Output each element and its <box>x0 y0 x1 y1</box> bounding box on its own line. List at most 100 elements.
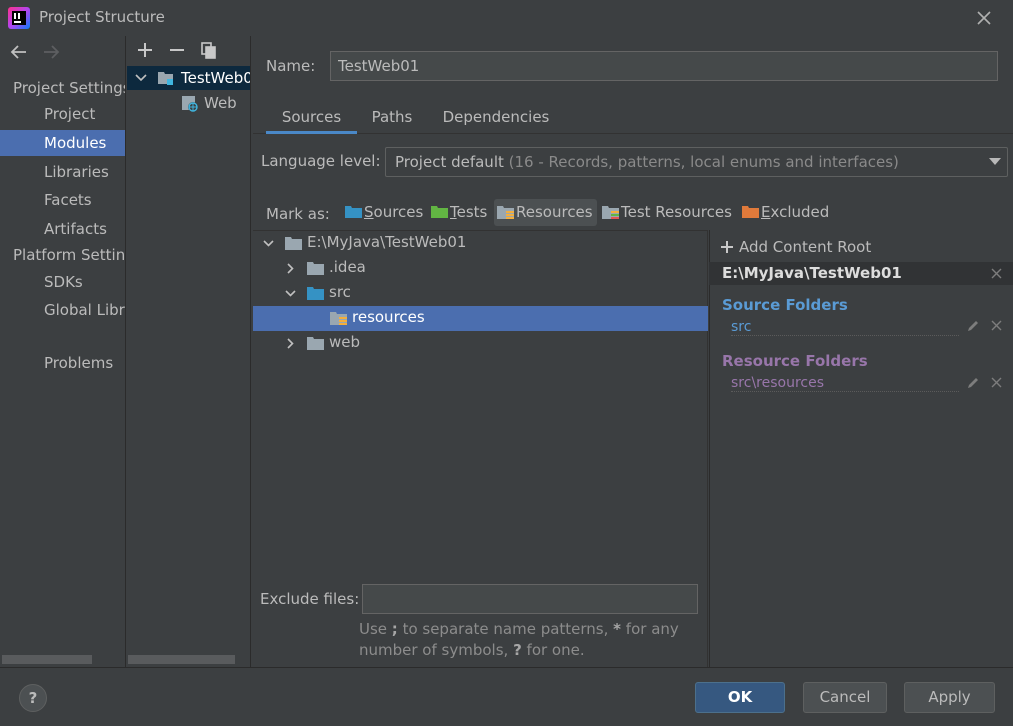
chevron-right-icon[interactable] <box>284 262 297 275</box>
exclude-files-input[interactable] <box>362 584 698 614</box>
arrow-left-icon <box>10 45 26 59</box>
nav-item-global-libraries[interactable]: Global Libraries <box>0 297 125 323</box>
tree-label-web: web <box>329 333 361 351</box>
tree-label-resources: resources <box>352 308 425 326</box>
modules-horizontal-scrollbar[interactable] <box>128 655 235 664</box>
mark-sources-button[interactable]: Sources <box>342 199 423 226</box>
tab-dependencies[interactable]: Dependencies <box>434 104 558 134</box>
cancel-button[interactable]: Cancel <box>803 682 887 713</box>
tab-sources[interactable]: Sources <box>266 104 357 134</box>
pencil-icon[interactable] <box>966 375 981 390</box>
test-resources-folder-icon <box>602 206 619 219</box>
apply-button[interactable]: Apply <box>904 682 995 713</box>
sources-folder-icon <box>345 206 362 218</box>
mark-sources-label: ources <box>373 203 424 221</box>
nav-item-libraries[interactable]: Libraries <box>0 159 125 185</box>
close-window-button[interactable] <box>972 6 996 30</box>
nav-item-facets[interactable]: Facets <box>0 187 125 213</box>
name-label: Name: <box>266 57 316 75</box>
plus-icon <box>721 241 733 253</box>
resource-folders-heading: Resource Folders <box>722 352 868 370</box>
language-level-hint: (16 - Records, patterns, local enums and… <box>508 153 899 171</box>
nav-item-project[interactable]: Project <box>0 101 125 127</box>
tree-row-idea[interactable]: .idea <box>253 256 708 281</box>
tab-paths[interactable]: Paths <box>362 104 422 134</box>
nav-item-modules[interactable]: Modules <box>0 130 125 156</box>
chevron-down-icon[interactable] <box>262 237 275 250</box>
folder-icon <box>285 237 302 250</box>
nav-item-artifacts[interactable]: Artifacts <box>0 216 125 242</box>
mark-resources-button[interactable]: Resources <box>494 199 597 226</box>
excluded-folder-icon <box>742 206 759 218</box>
mark-test-resources-label: Test Resources <box>621 203 732 221</box>
tree-row-web[interactable]: web <box>253 331 708 356</box>
chevron-down-icon[interactable] <box>134 71 148 85</box>
settings-nav: Project Settings Project Modules Librari… <box>0 36 126 668</box>
remove-content-root-icon[interactable] <box>990 267 1003 280</box>
remove-resource-folder-icon[interactable] <box>990 376 1003 389</box>
source-folders-heading: Source Folders <box>722 296 848 314</box>
mark-resources-label: Resources <box>516 203 593 221</box>
plus-icon <box>138 43 152 57</box>
copy-module-button[interactable] <box>199 40 219 60</box>
tests-folder-icon <box>431 206 448 218</box>
window-title: Project Structure <box>39 8 165 26</box>
exclude-files-hint: Use ; to separate name patterns, * for a… <box>359 620 679 659</box>
nav-item-sdks[interactable]: SDKs <box>0 269 125 295</box>
add-module-button[interactable] <box>135 40 155 60</box>
module-folder-icon <box>157 70 175 86</box>
mark-tests-button[interactable]: Tests <box>428 199 487 226</box>
arrow-right-icon <box>44 45 60 59</box>
language-level-label: Language level: <box>261 152 381 170</box>
tree-row-root[interactable]: E:\MyJava\TestWeb01 <box>253 231 708 256</box>
tree-label-root: E:\MyJava\TestWeb01 <box>307 233 467 251</box>
nav-item-problems[interactable]: Problems <box>0 350 125 376</box>
content-root-path: E:\MyJava\TestWeb01 <box>722 264 902 282</box>
tree-label-idea: .idea <box>329 258 366 276</box>
intellij-logo-icon <box>8 7 30 29</box>
mark-sources-mnemonic: S <box>364 203 374 221</box>
mark-as-label: Mark as: <box>266 205 330 223</box>
source-folder-icon <box>307 287 324 300</box>
language-level-value: Project default <box>395 153 504 171</box>
module-name-input[interactable] <box>330 51 998 81</box>
copy-icon <box>201 42 216 59</box>
tree-row-resources[interactable]: resources <box>253 306 708 331</box>
chevron-right-icon[interactable] <box>284 337 297 350</box>
help-button[interactable]: ? <box>19 684 47 712</box>
remove-source-folder-icon[interactable] <box>990 319 1003 332</box>
add-content-root-label: Add Content Root <box>739 238 872 256</box>
language-level-select[interactable]: Project default (16 - Records, patterns,… <box>385 147 1008 177</box>
forward-button[interactable] <box>40 41 62 63</box>
source-folder-item[interactable]: src <box>731 319 959 336</box>
mark-tests-mnemonic: T <box>450 203 457 221</box>
chevron-down-icon[interactable] <box>284 287 297 300</box>
resources-folder-icon <box>497 206 514 219</box>
platform-settings-heading: Platform Settings <box>13 246 126 264</box>
ok-button[interactable]: OK <box>695 682 785 713</box>
add-content-root-button[interactable]: Add Content Root <box>720 238 871 256</box>
pencil-icon[interactable] <box>966 318 981 333</box>
mark-tests-label: ests <box>456 203 488 221</box>
close-icon <box>977 11 991 25</box>
mark-excluded-button[interactable]: Excluded <box>739 199 829 226</box>
bottom-divider <box>0 667 1013 668</box>
remove-module-button[interactable] <box>167 40 187 60</box>
resource-folder-item[interactable]: src\resources <box>731 375 959 392</box>
tree-label-src: src <box>329 283 351 301</box>
module-label[interactable]: TestWeb01 <box>181 69 250 87</box>
nav-horizontal-scrollbar[interactable] <box>2 655 92 664</box>
minus-icon <box>170 49 184 51</box>
web-facet-icon <box>181 95 199 113</box>
mark-excluded-label: xcluded <box>770 203 830 221</box>
project-settings-heading: Project Settings <box>13 79 126 97</box>
tree-row-src[interactable]: src <box>253 281 708 306</box>
back-button[interactable] <box>8 41 30 63</box>
modules-panel: TestWeb01 Web <box>127 36 251 668</box>
folder-icon <box>307 262 324 275</box>
folder-icon <box>307 337 324 350</box>
web-facet-label[interactable]: Web <box>204 94 237 112</box>
dropdown-arrow-icon <box>989 158 1001 165</box>
resources-folder-icon <box>330 312 347 325</box>
mark-test-resources-button[interactable]: Test Resources <box>599 199 732 226</box>
